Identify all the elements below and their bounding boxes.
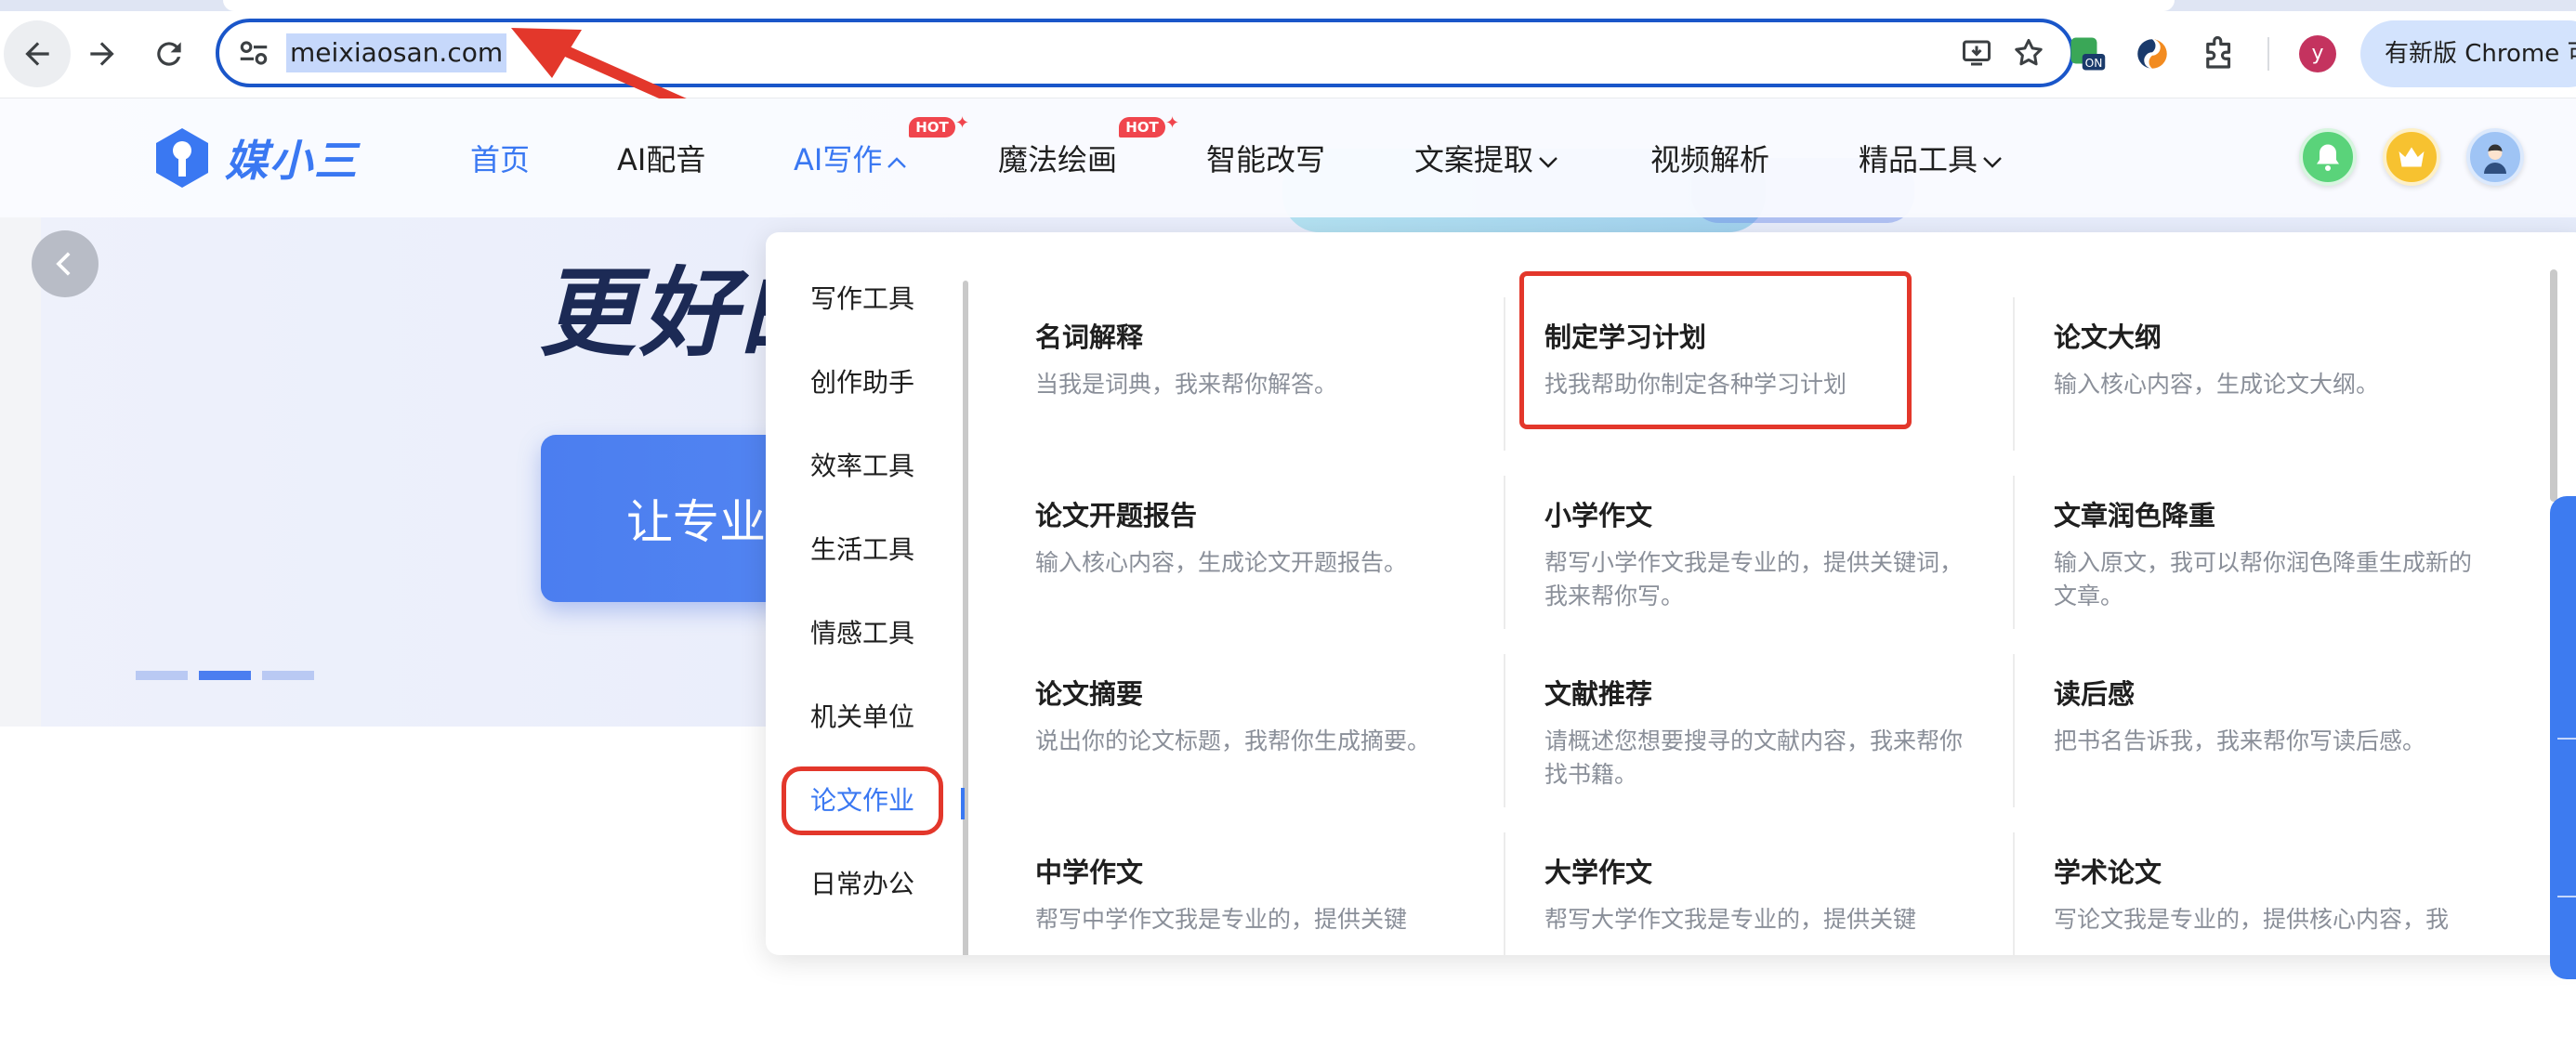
category-writing-tools[interactable]: 写作工具 [797,281,927,318]
extension-orange-button[interactable] [2132,33,2173,74]
tool-card[interactable]: 文章润色降重 输入原文，我可以帮你润色降重生成新的文章。 [2054,498,2481,613]
arrow-right-icon [90,42,114,66]
sparkle-icon: ✦ [955,113,970,133]
carousel-dot[interactable] [136,671,188,680]
category-sidebar: 写作工具 创作助手 效率工具 生活工具 情感工具 机关单位 论文作业 日常办公 [766,232,966,955]
back-button[interactable] [4,20,71,87]
bell-icon [2317,144,2339,171]
nav-magic-drawing[interactable]: 魔法绘画 [998,139,1117,180]
sparkle-icon: ✦ [1165,113,1180,133]
nav-ai-dubbing[interactable]: AI配音 [617,139,705,180]
category-daily-office[interactable]: 日常办公 [797,866,927,903]
float-tab-divider [2557,738,2576,740]
bookmark-button[interactable] [2009,33,2048,72]
chrome-update-button[interactable]: 有新版 Chrome 可 [2360,20,2576,87]
logo-text: 媒小三 [225,136,359,186]
column-divider [2013,476,2015,629]
star-icon [2015,39,2043,66]
puzzle-icon [2206,35,2231,69]
reload-icon [157,42,181,66]
column-divider [2013,654,2015,807]
category-paper-homework[interactable]: 论文作业 [782,766,943,835]
logo-icon [156,128,208,188]
sidebar-scrollbar[interactable] [963,281,968,955]
tool-card[interactable]: 论文大纲 输入核心内容，生成论文大纲。 [2054,320,2537,401]
content-scrollbar[interactable] [2550,269,2557,502]
tool-card[interactable]: 小学作文 帮写小学作文我是专业的，提供关键词，我来帮你写。 [1544,498,1963,613]
reload-button[interactable] [136,20,203,87]
user-avatar[interactable] [2466,128,2524,186]
tool-card[interactable]: 读后感 把书名告诉我，我来帮你写读后感。 [2054,676,2537,758]
crown-icon [2399,147,2425,167]
profile-avatar[interactable]: y [2299,35,2336,72]
category-government[interactable]: 机关单位 [797,699,927,736]
url-text[interactable]: meixiaosan.com [286,33,507,72]
category-creation-assistant[interactable]: 创作助手 [797,364,927,401]
carousel-dot[interactable] [262,671,314,680]
active-indicator [961,788,965,819]
category-efficiency-tools[interactable]: 效率工具 [797,448,927,485]
chevron-down-icon [1981,139,2004,180]
tool-card[interactable]: 学术论文 写论文我是专业的，提供核心内容，我 [2054,855,2537,937]
browser-toolbar: meixiaosan.com ON y 有新版 Chrome 可 [0,0,2576,98]
float-tab-divider [2557,896,2576,897]
install-app-button[interactable] [1957,33,1996,72]
tool-card[interactable]: 文献推荐 请概述您想要搜寻的文献内容，我来帮你找书籍。 [1544,676,1972,792]
carousel-dot-active[interactable] [199,671,251,680]
nav-smart-rewrite[interactable]: 智能改写 [1206,139,1325,180]
extensions-menu-button[interactable] [2199,33,2240,74]
nav-home[interactable]: 首页 [470,139,530,180]
category-emotion-tools[interactable]: 情感工具 [797,615,927,652]
hot-badge: HOT [1119,117,1165,138]
notification-button[interactable] [2299,128,2357,186]
svg-text:ON: ON [2085,57,2103,70]
hot-badge: HOT [909,117,955,138]
extension-green-button[interactable]: ON [2067,33,2108,74]
extension-swirl-icon [2137,39,2167,69]
tool-card[interactable]: 名词解释 当我是词典，我来帮你解答。 [1035,320,1518,401]
site-logo[interactable]: 媒小三 [152,126,359,190]
chevron-left-icon [56,252,71,276]
vip-button[interactable] [2383,128,2440,186]
arrow-left-icon [25,42,49,66]
tool-card[interactable]: 大学作文 帮写大学作文我是专业的，提供关键 [1544,855,2028,937]
toolbar-divider [2267,37,2269,71]
extension-green-icon: ON [2070,37,2106,71]
tab-strip [0,0,2576,11]
nav-video-parse[interactable]: 视频解析 [1650,139,1769,180]
nav-ai-writing[interactable]: AI写作 [794,139,908,180]
forward-button[interactable] [69,20,136,87]
carousel-dots [136,671,314,680]
category-life-tools[interactable]: 生活工具 [797,531,927,569]
chevron-up-icon [886,139,908,180]
avatar-icon [2484,144,2506,174]
tool-card[interactable]: 中学作文 帮写中学作文我是专业的，提供关键 [1035,855,1518,937]
install-icon [1963,40,1991,66]
chevron-down-icon [1537,139,1559,180]
site-header: 媒小三 首页 AI配音 AI写作 HOT ✦ 魔法绘画 HOT ✦ 智能改写 文… [0,98,2576,217]
nav-copy-extract[interactable]: 文案提取 [1414,139,1559,180]
annotation-highlight [1519,271,1912,429]
side-float-tab[interactable] [2550,496,2576,979]
tool-card[interactable]: 论文开题报告 输入核心内容，生成论文开题报告。 [1035,498,1518,580]
carousel-prev-button[interactable] [32,230,99,297]
nav-premium-tools[interactable]: 精品工具 [1859,139,2004,180]
site-settings-icon[interactable] [236,35,271,71]
address-bar[interactable]: meixiaosan.com [216,19,2074,87]
tool-card[interactable]: 论文摘要 说出你的论文标题，我帮你生成摘要。 [1035,676,1518,758]
